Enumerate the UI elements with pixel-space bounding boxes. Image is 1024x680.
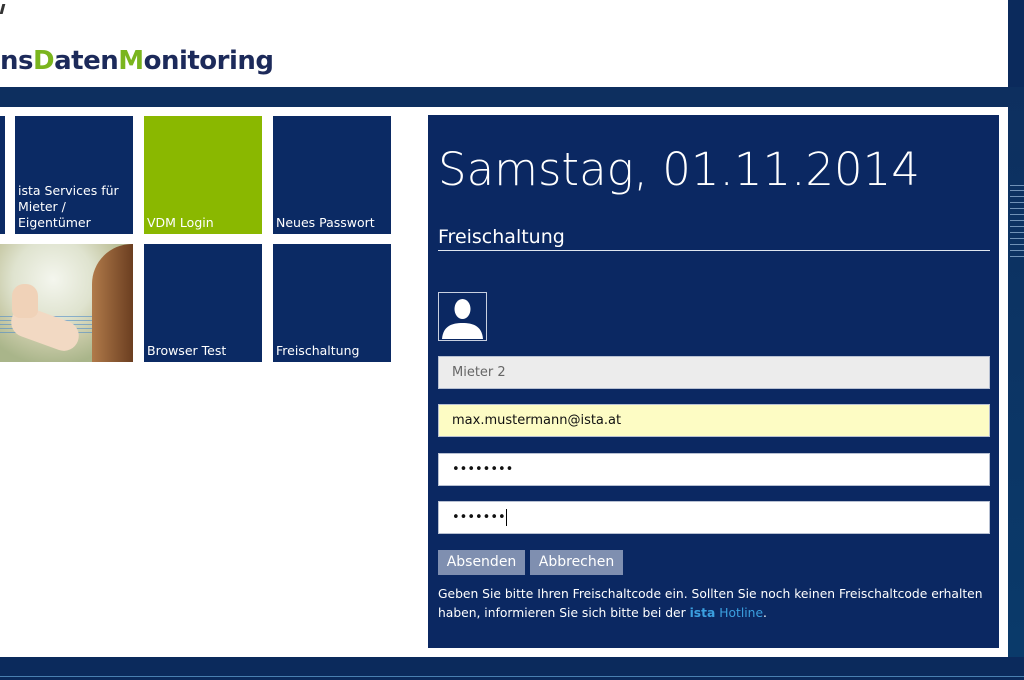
footer-line	[0, 676, 1024, 677]
user-avatar-icon	[438, 292, 487, 341]
hotline-link-brand[interactable]: ista	[690, 606, 716, 620]
password-value: •••••••	[452, 510, 506, 525]
tile-vdm-login[interactable]: VDM Login	[144, 116, 262, 234]
divider	[438, 250, 990, 251]
tile-freischaltung[interactable]: Freischaltung	[273, 244, 391, 362]
tile-label: ista Services für Mieter / Eigentümer	[18, 183, 119, 230]
header: nsDatenMonitoring	[0, 0, 1008, 87]
image-tile	[0, 244, 133, 362]
section-title: Freischaltung	[438, 226, 565, 248]
user-field[interactable]: Mieter 2	[438, 356, 990, 389]
email-field[interactable]: max.mustermann@ista.at	[438, 404, 990, 437]
tile-label: Neues Passwort	[276, 215, 375, 230]
swirl-line	[1010, 256, 1024, 257]
swirl-line	[1010, 244, 1024, 245]
tile-ista-services[interactable]: ista Services für Mieter / Eigentümer	[15, 116, 133, 234]
swirl-line	[1010, 220, 1024, 221]
background-strip	[1008, 87, 1024, 657]
date-heading: Samstag, 01.11.2014	[438, 143, 920, 196]
text-cursor	[505, 509, 507, 526]
swirl-line	[1010, 208, 1024, 209]
swirl-line	[1010, 226, 1024, 227]
password-field[interactable]: ••••••••	[438, 453, 990, 486]
swirl-line	[1010, 196, 1024, 197]
swirl-line	[1010, 232, 1024, 233]
tile-label: Browser Test	[147, 343, 227, 358]
header-band	[0, 87, 1024, 107]
hotline-link[interactable]: Hotline	[719, 606, 763, 620]
swirl-line	[1010, 214, 1024, 215]
cancel-button[interactable]: Abbrechen	[530, 550, 623, 575]
swirl-line	[1010, 190, 1024, 191]
tile-browser-test[interactable]: Browser Test	[144, 244, 262, 362]
info-text: Geben Sie bitte Ihren Freischaltcode ein…	[438, 587, 983, 620]
swirl-line	[1010, 238, 1024, 239]
logo[interactable]: nsDatenMonitoring	[0, 46, 274, 76]
tile-label: Freischaltung	[276, 343, 360, 358]
swirl-line	[1010, 202, 1024, 203]
password-confirm-field[interactable]: •••••••	[438, 501, 990, 534]
tile-partial[interactable]	[0, 116, 5, 234]
logo-fragment	[0, 4, 6, 14]
tile-neues-passwort[interactable]: Neues Passwort	[273, 116, 391, 234]
swirl-line	[1010, 250, 1024, 251]
swirl-line	[1010, 185, 1024, 186]
tile-label: VDM Login	[147, 215, 214, 230]
activation-panel: Samstag, 01.11.2014 Freischaltung Mieter…	[428, 115, 999, 648]
submit-button[interactable]: Absenden	[438, 550, 525, 575]
